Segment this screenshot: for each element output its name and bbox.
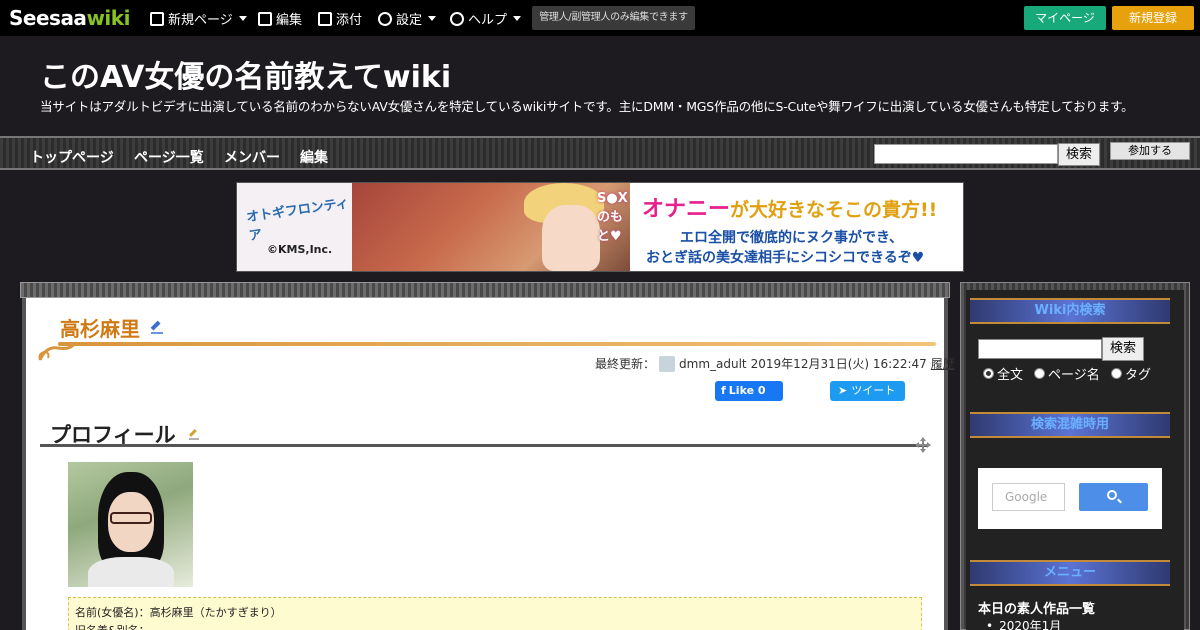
help-label: ヘルプ bbox=[468, 13, 508, 28]
register-button[interactable]: 新規登録 bbox=[1112, 6, 1194, 30]
photo-glasses bbox=[110, 512, 152, 524]
main-frame-top bbox=[20, 282, 950, 298]
move-arrows-icon[interactable] bbox=[914, 436, 932, 454]
twitter-bird-icon: ➤ bbox=[838, 384, 848, 397]
chevron-down-icon bbox=[513, 16, 522, 21]
radio-fulltext[interactable]: 全文 bbox=[983, 364, 1023, 383]
settings-menu[interactable]: 設定 bbox=[378, 9, 437, 28]
profile-line-alias: 旧名義&別名： bbox=[75, 622, 915, 630]
banner-game-logo: オトギフロンティア bbox=[245, 196, 350, 245]
updated-date: 2019年12月31日(火) 16:22:47 bbox=[750, 357, 927, 371]
site-title[interactable]: このAV女優の名前教えてwiki bbox=[40, 52, 451, 96]
top-bar: Seesaawiki 新規ページ 編集 添付 設定 ヘルプ 管理人/副管理人のみ… bbox=[0, 0, 1200, 36]
image-icon bbox=[318, 11, 332, 26]
updated-label: 最終更新： bbox=[595, 357, 656, 371]
google-search-box: Google bbox=[978, 468, 1162, 529]
sidebar-search-input[interactable] bbox=[978, 339, 1102, 359]
profile-info-box: 名前(女優名)：高杉麻里（たかすぎまり） 旧名義&別名： bbox=[68, 597, 922, 630]
banner-copyright: ©KMS,Inc. bbox=[267, 243, 333, 256]
new-page-menu[interactable]: 新規ページ bbox=[150, 9, 247, 28]
sidebar-daily-list-title: 本日の素人作品一覧 bbox=[978, 602, 1096, 617]
sidebar-heading-search: Wiki内検索 bbox=[970, 298, 1170, 324]
radio-checked-icon bbox=[983, 368, 994, 379]
updated-user[interactable]: dmm_adult bbox=[679, 357, 747, 371]
nav-edit[interactable]: 編集 bbox=[300, 147, 328, 167]
facebook-like-button[interactable]: f Like 0 bbox=[715, 381, 783, 401]
site-description: 当サイトはアダルトビデオに出演している名前のわからないAV女優さんを特定している… bbox=[40, 99, 1134, 114]
banner-headline: オナニーが大好きなそこの貴方!! bbox=[642, 191, 937, 223]
gear-icon bbox=[378, 11, 392, 26]
photo-body bbox=[88, 557, 174, 587]
banner-illustration: S●Xのもと♥ bbox=[352, 183, 630, 271]
tweet-label: ツイート bbox=[851, 384, 896, 397]
banner-line-2: エロ全開で徹底的にヌク事ができ、 bbox=[680, 230, 904, 246]
last-updated: 最終更新： dmm_adult 2019年12月31日(火) 16:22:47 … bbox=[595, 355, 955, 372]
radio-fulltext-label: 全文 bbox=[997, 368, 1024, 383]
section-edit-icon[interactable] bbox=[188, 428, 200, 440]
page-icon bbox=[150, 11, 164, 26]
banner-headline-a: オナニー bbox=[642, 197, 731, 222]
history-link[interactable]: 履歴 bbox=[931, 355, 955, 372]
radio-unchecked-icon bbox=[1111, 368, 1122, 379]
admin-only-note: 管理人/副管理人のみ編集できます bbox=[532, 6, 695, 30]
radio-unchecked-icon bbox=[1034, 368, 1045, 379]
tweet-button[interactable]: ➤ ツイート bbox=[830, 381, 905, 401]
nav-search-button[interactable]: 検索 bbox=[1058, 143, 1100, 166]
ad-banner[interactable]: オトギフロンティア ©KMS,Inc. S●Xのもと♥ オナニーが大好きなそこの… bbox=[236, 182, 964, 272]
seesaa-wiki-logo[interactable]: Seesaawiki bbox=[9, 6, 130, 30]
chevron-down-icon bbox=[428, 16, 437, 21]
google-search-input[interactable]: Google bbox=[992, 483, 1065, 511]
like-label: Like 0 bbox=[728, 384, 766, 397]
banner-logo-area: オトギフロンティア ©KMS,Inc. bbox=[237, 183, 352, 271]
section-underline bbox=[40, 444, 928, 447]
join-button[interactable]: 参加する bbox=[1110, 142, 1190, 160]
sidebar-search-button[interactable]: 検索 bbox=[1102, 337, 1144, 361]
sidebar-month-link[interactable]: 2020年1月 bbox=[986, 617, 1061, 630]
user-avatar-icon[interactable] bbox=[659, 355, 676, 372]
banner-mid-text: S●Xのもと♥ bbox=[597, 191, 628, 244]
banner-copy: オナニーが大好きなそこの貴方!! エロ全開で徹底的にヌク事ができ、 おとぎ話の美… bbox=[630, 183, 963, 271]
profile-photo bbox=[68, 462, 193, 587]
page-title: 高杉麻里 bbox=[60, 317, 140, 341]
pencil-edit-icon[interactable] bbox=[150, 320, 164, 334]
radio-pagename-label: ページ名 bbox=[1048, 368, 1100, 383]
radio-tag-label: タグ bbox=[1125, 368, 1152, 383]
new-page-label: 新規ページ bbox=[168, 13, 233, 28]
settings-label: 設定 bbox=[396, 13, 423, 28]
help-menu[interactable]: ヘルプ bbox=[450, 9, 522, 28]
sidebar-heading-menu: メニュー bbox=[970, 560, 1170, 586]
mypage-button[interactable]: マイページ bbox=[1024, 6, 1106, 30]
edit-menu[interactable]: 編集 bbox=[258, 9, 302, 28]
banner-character bbox=[542, 205, 600, 271]
attach-menu[interactable]: 添付 bbox=[318, 9, 362, 28]
edit-label: 編集 bbox=[276, 13, 303, 28]
facebook-icon: f bbox=[721, 384, 726, 397]
nav-page-list[interactable]: ページ一覧 bbox=[134, 147, 204, 167]
nav-members[interactable]: メンバー bbox=[224, 147, 280, 167]
google-search-button[interactable] bbox=[1079, 483, 1148, 511]
nav-top-page[interactable]: トップページ bbox=[30, 147, 114, 167]
title-underline bbox=[58, 342, 936, 346]
nav-search-input[interactable] bbox=[874, 144, 1058, 164]
banner-headline-b: が大好きなそこの貴方!! bbox=[730, 199, 938, 221]
search-icon bbox=[1107, 490, 1117, 500]
profile-line-name: 名前(女優名)：高杉麻里（たかすぎまり） bbox=[75, 606, 282, 619]
radio-pagename[interactable]: ページ名 bbox=[1034, 364, 1100, 383]
radio-tag[interactable]: タグ bbox=[1111, 364, 1151, 383]
sidebar-heading-busy-search: 検索混雑時用 bbox=[970, 412, 1170, 438]
banner-line-3: おとぎ話の美女達相手にシコシコできるぞ♥ bbox=[646, 250, 925, 266]
chevron-down-icon bbox=[238, 16, 247, 21]
help-icon bbox=[450, 11, 464, 26]
edit-icon bbox=[258, 11, 272, 26]
attach-label: 添付 bbox=[336, 13, 363, 28]
